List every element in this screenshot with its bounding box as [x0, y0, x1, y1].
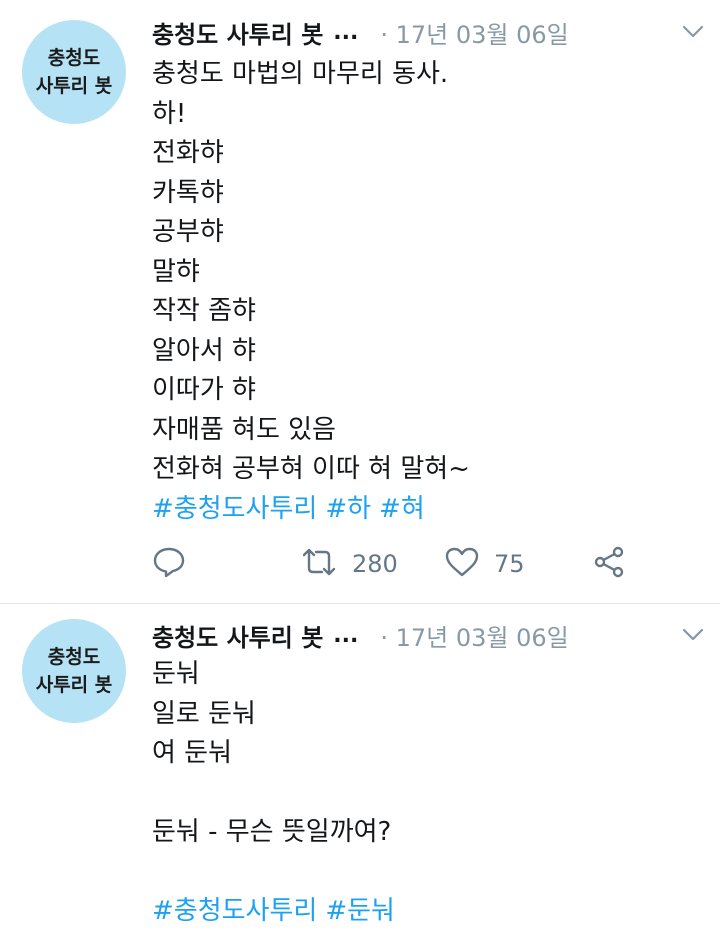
- hashtag-link[interactable]: #혀: [379, 494, 425, 524]
- tweet-text-line: 전화혀 공부혀 이따 혀 말혀~: [152, 454, 470, 484]
- share-icon: [592, 545, 626, 583]
- avatar-text-line: 충청도: [47, 646, 101, 668]
- reply-icon: [152, 546, 186, 582]
- tweet-text-line: 공부햐: [152, 217, 224, 247]
- tweet-text-line: 이따가 햐: [152, 375, 256, 405]
- avatar-text-line: 사투리 봇: [35, 674, 113, 696]
- tweet-text-line: 둔눠: [152, 659, 200, 689]
- avatar[interactable]: 충청도 사투리 봇: [22, 20, 126, 124]
- avatar[interactable]: 충청도 사투리 봇: [22, 619, 126, 723]
- name-ellipsis: ...: [333, 19, 359, 45]
- retweet-count: 280: [352, 550, 398, 578]
- tweet-date[interactable]: · 17년 03월 06일: [380, 15, 568, 50]
- tweet-text-line: 작작 좀햐: [152, 296, 256, 326]
- hashtag-link[interactable]: #충청도사투리: [152, 896, 317, 926]
- like-button[interactable]: 75: [444, 540, 525, 588]
- tweet-date[interactable]: · 17년 03월 06일: [380, 618, 568, 653]
- avatar-text-line: 충청도: [47, 47, 101, 69]
- hashtag-list: #충청도사투리 #하 #혀: [152, 490, 700, 530]
- avatar-text-line: 사투리 봇: [35, 75, 113, 97]
- reply-button[interactable]: [152, 540, 186, 588]
- tweet-text-line: [152, 853, 700, 893]
- author-name[interactable]: 충청도 사투리 봇: [152, 618, 323, 653]
- tweet[interactable]: 충청도 사투리 봇 충청도 사투리 봇 ... · 17년 03월 06일 둔눠…: [0, 604, 720, 940]
- tweet-text-line: 여 둔눠: [152, 738, 233, 768]
- tweet-text-line: 하!: [152, 98, 187, 129]
- retweet-icon: [300, 547, 338, 581]
- tweet-text-line: 전화햐: [152, 138, 224, 168]
- hashtag-link[interactable]: #하: [325, 494, 371, 524]
- share-button[interactable]: [592, 540, 626, 588]
- tweet-header: 충청도 사투리 봇 ... · 17년 03월 06일: [152, 615, 706, 655]
- retweet-button[interactable]: 280: [300, 540, 398, 588]
- tweet[interactable]: 충청도 사투리 봇 충청도 사투리 봇 ... · 17년 03월 06일 충청…: [0, 0, 720, 604]
- tweet-text-line: 충청도 마법의 마무리 동사.: [152, 59, 449, 89]
- tweet-text-line: 둔눠 - 무슨 뜻일까여?: [152, 817, 392, 847]
- heart-icon: [444, 546, 480, 582]
- tweet-text-line: 자매품 혀도 있음: [152, 414, 336, 445]
- name-ellipsis: ...: [333, 622, 359, 648]
- tweet-text-line: 일로 둔눠: [152, 698, 256, 729]
- like-count: 75: [494, 550, 525, 578]
- hashtag-link[interactable]: #둔눠: [325, 896, 395, 926]
- chevron-down-icon[interactable]: [680, 19, 706, 45]
- tweet-text-line: [152, 774, 700, 814]
- tweet-text-line: 카톡햐: [152, 177, 224, 208]
- tweet-text-line: 말햐: [152, 256, 200, 287]
- hashtag-list: #충청도사투리 #둔눠: [152, 892, 700, 932]
- author-name[interactable]: 충청도 사투리 봇: [152, 15, 323, 50]
- chevron-down-icon[interactable]: [680, 622, 706, 648]
- tweet-header: 충청도 사투리 봇 ... · 17년 03월 06일: [152, 12, 706, 52]
- hashtag-link[interactable]: #충청도사투리: [152, 494, 317, 524]
- tweet-text: 충청도 마법의 마무리 동사. 하! 전화햐 카톡햐 공부햐 말햐 작작 좀햐 …: [152, 55, 700, 529]
- tweet-actions: 280 75: [152, 540, 642, 588]
- tweet-text-line: 알아서 햐: [152, 335, 256, 366]
- tweet-text: 둔눠 일로 둔눠 여 둔눠 둔눠 - 무슨 뜻일까여? #충청도사투리 #둔눠: [152, 655, 700, 932]
